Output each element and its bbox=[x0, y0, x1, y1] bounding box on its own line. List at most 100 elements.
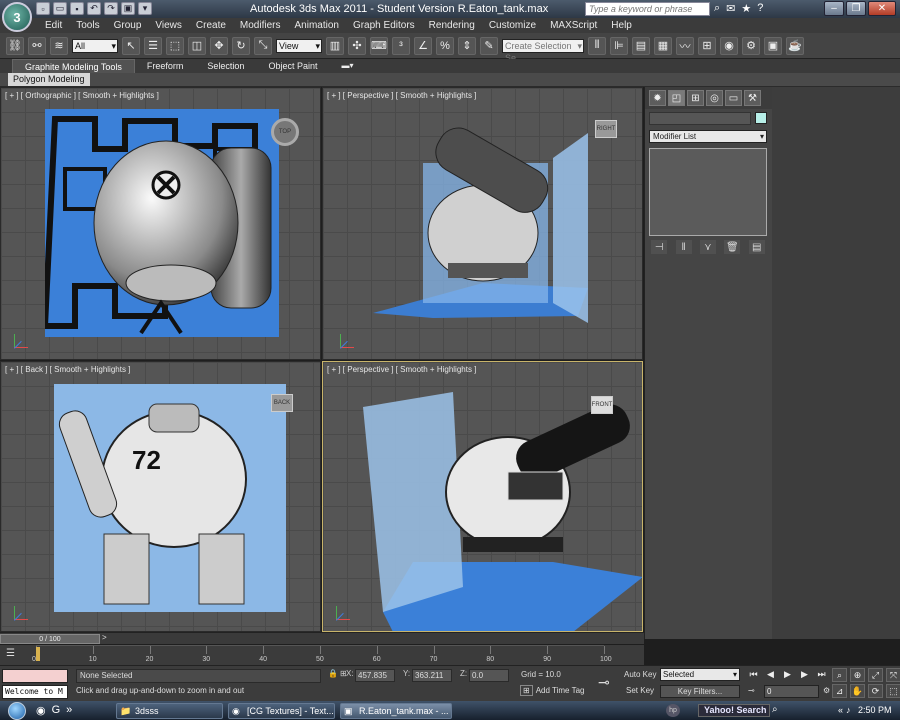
utilities-tab-icon[interactable]: ⚒ bbox=[744, 90, 761, 106]
render-production-icon[interactable]: ☕ bbox=[786, 36, 804, 55]
set-key-mode-icon[interactable]: ⊸ bbox=[598, 674, 610, 691]
menu-help[interactable]: Help bbox=[604, 18, 639, 33]
rendered-frame-window-icon[interactable]: ▣ bbox=[764, 36, 782, 55]
menu-graph-editors[interactable]: Graph Editors bbox=[346, 18, 422, 33]
x-coordinate-field[interactable]: 457.835 bbox=[355, 669, 395, 682]
modifier-list-dropdown[interactable]: Modifier List bbox=[649, 130, 767, 143]
pin-stack-icon[interactable]: ⊣ bbox=[651, 240, 668, 254]
zoom-extents-icon[interactable]: ⤢ bbox=[868, 668, 883, 682]
z-coordinate-field[interactable]: 0.0 bbox=[469, 669, 509, 682]
select-by-name-icon[interactable]: ☰ bbox=[144, 36, 162, 55]
taskbar-item-3dsmax[interactable]: ▣ R.Eaton_tank.max - ... bbox=[340, 703, 452, 719]
viewcube-front[interactable]: FRONT bbox=[591, 396, 613, 414]
next-frame-icon[interactable]: ▶ bbox=[797, 668, 812, 681]
selection-filter-dropdown[interactable]: All bbox=[72, 38, 118, 53]
configure-modifier-sets-icon[interactable]: ▤ bbox=[748, 240, 765, 254]
viewcube-right[interactable]: RIGHT bbox=[595, 120, 617, 138]
quick-launch-more-icon[interactable]: » bbox=[66, 704, 72, 717]
unlink-icon[interactable]: ⚯ bbox=[28, 36, 46, 55]
firefox-icon[interactable]: ◉ bbox=[36, 704, 46, 717]
mini-curve-editor-icon[interactable]: ☰ bbox=[6, 648, 15, 659]
next-frame-arrow-icon[interactable]: > bbox=[102, 633, 107, 642]
select-object-icon[interactable]: ↖ bbox=[122, 36, 140, 55]
time-slider[interactable]: 0 / 100 > bbox=[0, 632, 644, 644]
viewcube-back[interactable]: BACK bbox=[271, 394, 293, 412]
maximize-viewport-icon[interactable]: ⬚ bbox=[886, 684, 900, 698]
taskbar-item-cg-textures[interactable]: ◉ [CG Textures] - Text... bbox=[228, 703, 335, 719]
named-selection-set-dropdown[interactable]: Create Selection Se bbox=[502, 38, 584, 63]
percent-snap-icon[interactable]: % bbox=[436, 36, 454, 55]
tab-selection[interactable]: Selection bbox=[195, 59, 256, 73]
pan-icon[interactable]: ✋ bbox=[850, 684, 865, 698]
viewport-label[interactable]: [ + ] [ Orthographic ] [ Smooth + Highli… bbox=[5, 91, 159, 100]
orbit-icon[interactable]: ⟳ bbox=[868, 684, 883, 698]
menu-group[interactable]: Group bbox=[107, 18, 149, 33]
maxscript-output[interactable]: Welcome to M bbox=[2, 685, 68, 699]
schematic-view-icon[interactable]: ⊞ bbox=[698, 36, 716, 55]
current-frame-field[interactable]: 0 bbox=[764, 685, 819, 698]
save-file-icon[interactable]: ▪ bbox=[70, 2, 84, 15]
bind-space-warp-icon[interactable]: ≋ bbox=[50, 36, 68, 55]
zoom-all-icon[interactable]: ⊕ bbox=[850, 668, 865, 682]
volume-icon[interactable]: ♪ bbox=[846, 705, 851, 715]
zoom-icon[interactable]: ⌕ bbox=[832, 668, 847, 682]
go-to-start-icon[interactable]: ⏮ bbox=[746, 668, 761, 681]
app-logo-icon[interactable]: 3 bbox=[2, 2, 32, 32]
zoom-extents-all-icon[interactable]: ⤧ bbox=[886, 668, 900, 682]
mirror-icon[interactable]: ⫴ bbox=[588, 36, 606, 55]
google-icon[interactable]: G bbox=[52, 704, 61, 717]
modifier-stack[interactable] bbox=[649, 148, 767, 236]
tab-graphite-modeling-tools[interactable]: Graphite Modeling Tools bbox=[12, 59, 135, 73]
viewport-perspective-top[interactable]: [ + ] [ Perspective ] [ Smooth + Highlig… bbox=[322, 87, 643, 360]
menu-create[interactable]: Create bbox=[189, 18, 233, 33]
tab-freeform[interactable]: Freeform bbox=[135, 59, 196, 73]
window-crossing-icon[interactable]: ◫ bbox=[188, 36, 206, 55]
object-name-field[interactable] bbox=[649, 112, 751, 125]
taskbar-item-3dsss[interactable]: 📁 3dsss bbox=[116, 703, 223, 719]
viewport-perspective-active[interactable]: [ + ] [ Perspective ] [ Smooth + Highlig… bbox=[322, 361, 643, 632]
yahoo-search-box[interactable]: Yahoo! Search bbox=[698, 704, 770, 717]
angle-snap-icon[interactable]: ∠ bbox=[414, 36, 432, 55]
frame-ruler[interactable]: 0 10 20 30 40 50 60 70 80 90 100 bbox=[32, 645, 612, 665]
key-selection-dropdown[interactable]: Selected bbox=[660, 668, 740, 681]
hold-icon[interactable]: ▣ bbox=[121, 2, 135, 15]
help-icon[interactable]: ? bbox=[757, 2, 763, 15]
menu-edit[interactable]: Edit bbox=[38, 18, 69, 33]
previous-frame-icon[interactable]: ◀ bbox=[763, 668, 778, 681]
select-and-link-icon[interactable]: ⛓ bbox=[6, 36, 24, 55]
viewport-label[interactable]: [ + ] [ Back ] [ Smooth + Highlights ] bbox=[5, 365, 130, 374]
viewport-back[interactable]: [ + ] [ Back ] [ Smooth + Highlights ] 7… bbox=[0, 361, 321, 632]
ribbon-options-icon[interactable]: ▬▾ bbox=[329, 59, 365, 73]
select-and-rotate-icon[interactable]: ↻ bbox=[232, 36, 250, 55]
tray-arrow-icon[interactable]: « bbox=[838, 705, 843, 715]
infocenter-search-input[interactable]: Type a keyword or phrase bbox=[585, 2, 710, 16]
lock-selection-icon[interactable]: 🔒 bbox=[328, 669, 338, 678]
tab-polygon-modeling[interactable]: Polygon Modeling bbox=[8, 73, 90, 86]
menu-animation[interactable]: Animation bbox=[287, 18, 345, 33]
new-file-icon[interactable]: ▫ bbox=[36, 2, 50, 15]
auto-key-button[interactable]: Auto Key bbox=[624, 670, 656, 679]
communication-center-icon[interactable]: ✉ bbox=[726, 2, 735, 15]
start-button[interactable] bbox=[6, 701, 28, 720]
viewport-label[interactable]: [ + ] [ Perspective ] [ Smooth + Highlig… bbox=[327, 365, 476, 374]
redo-icon[interactable]: ↷ bbox=[104, 2, 118, 15]
edit-named-selection-icon[interactable]: ✎ bbox=[480, 36, 498, 55]
menu-tools[interactable]: Tools bbox=[69, 18, 106, 33]
material-editor-icon[interactable]: ◉ bbox=[720, 36, 738, 55]
tab-object-paint[interactable]: Object Paint bbox=[256, 59, 329, 73]
menu-views[interactable]: Views bbox=[148, 18, 189, 33]
search-go-icon[interactable]: ⌕ bbox=[772, 704, 778, 715]
binoculars-icon[interactable]: ⌕ bbox=[714, 2, 720, 15]
play-icon[interactable]: ▶ bbox=[780, 668, 795, 681]
hierarchy-tab-icon[interactable]: ⊞ bbox=[687, 90, 704, 106]
menu-modifiers[interactable]: Modifiers bbox=[233, 18, 288, 33]
time-configuration-icon[interactable]: ⚙ bbox=[823, 686, 830, 695]
modify-tab-icon[interactable]: ◰ bbox=[668, 90, 685, 106]
minimize-button[interactable]: – bbox=[824, 1, 844, 16]
key-filters-button[interactable]: Key Filters... bbox=[660, 685, 740, 698]
graphite-toggle-icon[interactable]: ▦ bbox=[654, 36, 672, 55]
go-to-end-icon[interactable]: ⏭ bbox=[814, 668, 829, 681]
menu-rendering[interactable]: Rendering bbox=[422, 18, 482, 33]
field-of-view-icon[interactable]: ⊿ bbox=[832, 684, 847, 698]
spinner-snap-icon[interactable]: ⇕ bbox=[458, 36, 476, 55]
